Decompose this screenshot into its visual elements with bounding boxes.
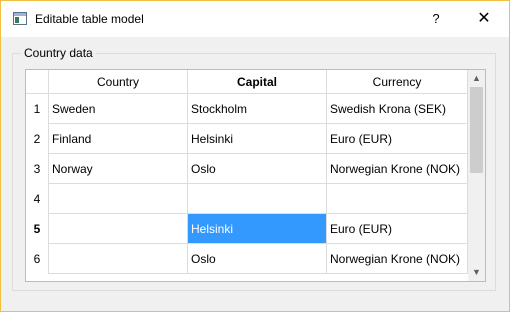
table-cell[interactable]: Finland <box>49 124 188 154</box>
country-table[interactable]: ▲ ▼ Country Capital Currency 1 Sweden Stockho… <box>25 69 486 282</box>
table-cell[interactable] <box>327 184 468 214</box>
scroll-down-icon[interactable]: ▼ <box>468 264 485 281</box>
title-bar[interactable]: Editable table model ? ✕ <box>1 1 509 37</box>
table-corner[interactable] <box>26 70 49 94</box>
table-cell[interactable] <box>188 184 327 214</box>
table-cell[interactable]: Swedish Krona (SEK) <box>327 94 468 124</box>
column-header-currency[interactable]: Currency <box>327 70 468 94</box>
close-button[interactable]: ✕ <box>461 1 507 37</box>
table-cell[interactable]: Euro (EUR) <box>327 214 468 244</box>
vertical-scrollbar[interactable]: ▲ ▼ <box>468 70 485 281</box>
table-cell[interactable]: Norwegian Krone (NOK) <box>327 154 468 184</box>
dialog-window: Editable table model ? ✕ Country data ▲ … <box>0 0 510 312</box>
table-cell[interactable] <box>49 244 188 274</box>
table-cell[interactable] <box>49 214 188 244</box>
column-header-country[interactable]: Country <box>49 70 188 94</box>
table-cell[interactable]: Sweden <box>49 94 188 124</box>
help-button[interactable]: ? <box>413 1 459 37</box>
row-header[interactable]: 3 <box>26 154 49 184</box>
app-icon <box>13 12 27 25</box>
table-cell[interactable]: Oslo <box>188 154 327 184</box>
scroll-up-icon[interactable]: ▲ <box>468 70 485 87</box>
table-cell[interactable]: Norwegian Krone (NOK) <box>327 244 468 274</box>
groupbox-title: Country data <box>21 46 96 60</box>
table-cell[interactable] <box>49 184 188 214</box>
table-cell[interactable]: Helsinki <box>188 124 327 154</box>
table-cell[interactable]: Stockholm <box>188 94 327 124</box>
row-header[interactable]: 6 <box>26 244 49 274</box>
table-cell[interactable]: Helsinki <box>188 214 327 244</box>
scroll-thumb[interactable] <box>470 87 483 173</box>
column-header-capital[interactable]: Capital <box>188 70 327 94</box>
table-cell[interactable]: Norway <box>49 154 188 184</box>
row-header[interactable]: 5 <box>26 214 49 244</box>
row-header[interactable]: 2 <box>26 124 49 154</box>
table-cell[interactable]: Oslo <box>188 244 327 274</box>
table-cell[interactable]: Euro (EUR) <box>327 124 468 154</box>
row-header[interactable]: 1 <box>26 94 49 124</box>
window-title: Editable table model <box>35 12 144 26</box>
row-header[interactable]: 4 <box>26 184 49 214</box>
